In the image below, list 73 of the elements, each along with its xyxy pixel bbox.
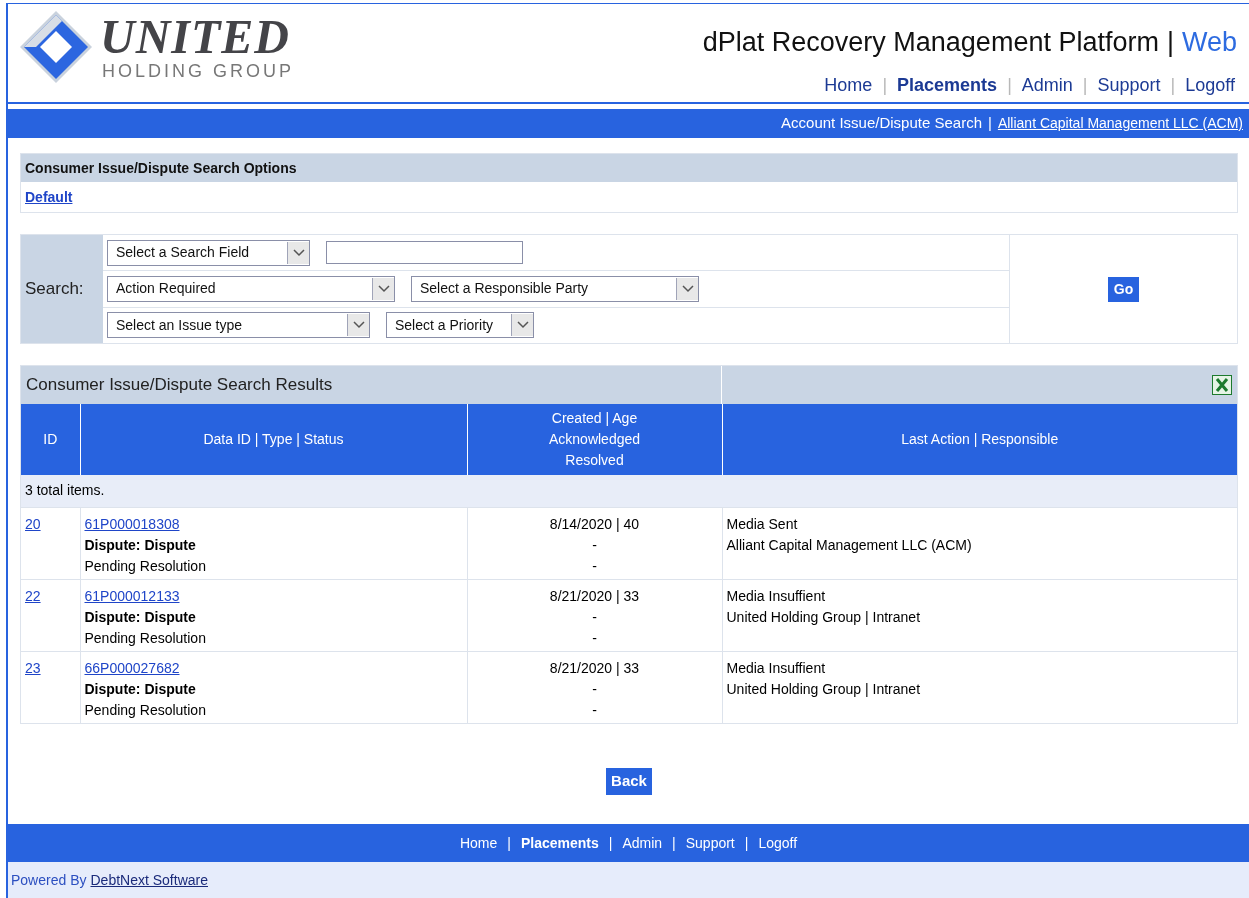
nav-link[interactable]: Support [1095, 72, 1163, 99]
powered-by-label: Powered By [11, 870, 87, 890]
search-input[interactable] [326, 241, 523, 265]
last-action: Media Sent [726, 514, 798, 534]
logo-subtitle: HOLDING GROUP [101, 61, 295, 81]
data-id-link[interactable]: 61P000018308 [84, 513, 180, 535]
nav-link[interactable]: Home [457, 832, 500, 854]
caret-icon [287, 241, 309, 264]
resolved-date: - [591, 628, 598, 648]
title-separator: | [1166, 26, 1174, 58]
issue-status: Pending Resolution [84, 556, 206, 576]
breadcrumb-separator: | [988, 113, 992, 134]
issue-status: Pending Resolution [84, 700, 206, 720]
nav-link[interactable]: Placements [518, 832, 601, 854]
last-action: Media Insuffient [726, 658, 826, 678]
created-age: 8/14/2020 | 40 [548, 514, 641, 534]
dropdown[interactable]: Action Required [107, 276, 395, 302]
nav-separator: | [744, 833, 749, 853]
excel-export-icon[interactable] [1212, 375, 1232, 395]
go-button[interactable]: Go [1107, 276, 1140, 302]
responsible-party: United Holding Group | Intranet [726, 679, 921, 699]
data-id-link[interactable]: 61P000012133 [84, 585, 180, 607]
responsible-party: Alliant Capital Management LLC (ACM) [726, 535, 972, 555]
issue-type: Dispute: Dispute [84, 679, 196, 699]
responsible-party: United Holding Group | Intranet [726, 607, 921, 627]
id-link[interactable]: 20 [25, 515, 41, 532]
logo-wordmark: UNITED [100, 13, 291, 61]
default-link[interactable]: Default [25, 186, 73, 208]
last-action: Media Insuffient [726, 586, 826, 606]
nav-link[interactable]: Logoff [756, 832, 800, 854]
search-label: Search: [21, 235, 103, 343]
caret-icon [676, 278, 698, 300]
caret-icon [372, 278, 394, 300]
options-title: Consumer Issue/Dispute Search Options [21, 154, 1237, 182]
data-id-link[interactable]: 66P000027682 [84, 657, 180, 679]
caret-icon [511, 314, 533, 337]
nav-link[interactable]: Admin [620, 832, 665, 854]
page-name: Account Issue/Dispute Search [781, 113, 982, 134]
platform-title: dPlat Recovery Management Platform [702, 26, 1159, 58]
nav-link[interactable]: Placements [895, 72, 1000, 99]
issue-type: Dispute: Dispute [84, 607, 196, 627]
nav-separator: | [608, 833, 613, 853]
debtnext-link[interactable]: DebtNext Software [90, 869, 208, 891]
resolved-date: - [591, 556, 598, 576]
issue-type: Dispute: Dispute [84, 535, 196, 555]
nav-separator: | [507, 833, 511, 853]
nav-separator: | [1170, 74, 1176, 97]
nav-link[interactable]: Support [683, 832, 737, 854]
acknowledged-date: - [591, 679, 598, 699]
back-button[interactable]: Back [606, 768, 652, 795]
nav-separator: | [672, 833, 676, 853]
nav-link[interactable]: Logoff [1183, 72, 1237, 99]
client-link[interactable]: Alliant Capital Management LLC (ACM) [997, 113, 1243, 134]
dropdown[interactable]: Select a Search Field [107, 239, 310, 266]
nav-separator: | [882, 74, 888, 97]
nav-separator: | [1007, 74, 1012, 97]
nav-separator: | [1082, 74, 1088, 97]
dropdown[interactable]: Select a Responsible Party [411, 276, 699, 302]
created-age: 8/21/2020 | 33 [548, 586, 641, 606]
dropdown[interactable]: Select an Issue type [107, 312, 370, 339]
created-age: 8/21/2020 | 33 [548, 658, 641, 678]
nav-link[interactable]: Home [822, 72, 875, 99]
issue-status: Pending Resolution [84, 628, 206, 648]
dropdown[interactable]: Select a Priority [386, 312, 534, 339]
id-link[interactable]: 22 [25, 587, 41, 604]
caret-icon [347, 314, 369, 337]
platform-suffix: Web [1181, 26, 1237, 58]
total-items: 3 total items. [21, 475, 1237, 507]
resolved-date: - [591, 700, 598, 720]
nav-link[interactable]: Admin [1019, 72, 1075, 99]
acknowledged-date: - [591, 535, 598, 555]
acknowledged-date: - [591, 607, 598, 627]
id-link[interactable]: 23 [25, 659, 41, 676]
